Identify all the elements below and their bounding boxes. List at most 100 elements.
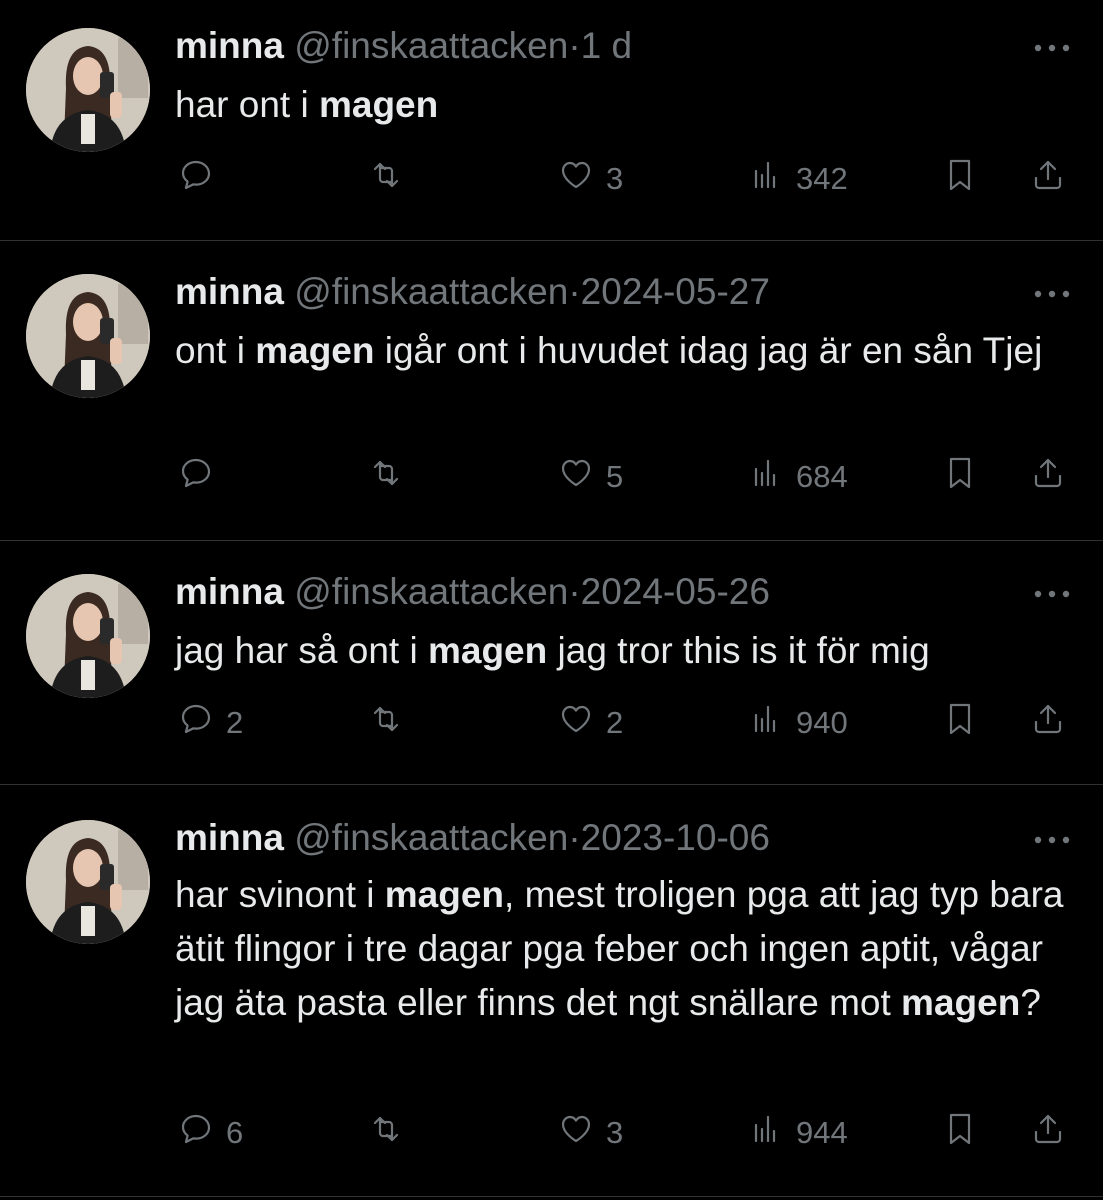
tweet-header: minna @finskaattacken·2023-10-06 — [175, 816, 770, 860]
heart-icon — [556, 155, 596, 203]
like-button[interactable]: 3 — [556, 154, 623, 204]
views-button[interactable]: 944 — [746, 1108, 848, 1158]
display-name[interactable]: minna — [175, 817, 284, 858]
tweet-feed: minna @finskaattacken·1 d har ont i mage… — [0, 0, 1103, 1200]
divider — [0, 784, 1103, 785]
views-icon — [746, 453, 786, 501]
action-bar: 3 342 — [0, 154, 1103, 204]
user-handle[interactable]: @finskaattacken — [294, 817, 568, 858]
bookmark-button[interactable] — [940, 452, 980, 502]
text-segment: ? — [1020, 982, 1041, 1023]
display-name[interactable]: minna — [175, 571, 284, 612]
views-count: 342 — [796, 161, 848, 196]
display-name[interactable]: minna — [175, 271, 284, 312]
bookmark-icon — [940, 1109, 980, 1157]
retweet-button[interactable] — [366, 154, 416, 204]
text-segment: har ont i — [175, 84, 319, 125]
bookmark-icon — [940, 453, 980, 501]
bookmark-button[interactable] — [940, 698, 980, 748]
timestamp[interactable]: 1 d — [581, 25, 632, 66]
avatar[interactable] — [26, 820, 150, 944]
like-button[interactable]: 2 — [556, 698, 623, 748]
views-count: 940 — [796, 705, 848, 740]
heart-icon — [556, 453, 596, 501]
share-icon — [1028, 155, 1068, 203]
user-handle[interactable]: @finskaattacken — [294, 271, 568, 312]
reply-button[interactable]: 6 — [176, 1108, 243, 1158]
bookmark-icon — [940, 155, 980, 203]
bold-keyword: magen — [427, 630, 548, 671]
bold-keyword: magen — [901, 982, 1021, 1023]
bookmark-button[interactable] — [940, 1108, 980, 1158]
views-button[interactable]: 684 — [746, 452, 848, 502]
bookmark-icon — [940, 699, 980, 747]
share-button[interactable] — [1028, 698, 1068, 748]
reply-icon — [176, 699, 216, 747]
avatar[interactable] — [26, 574, 150, 698]
heart-icon — [556, 1109, 596, 1157]
views-count: 944 — [796, 1115, 848, 1150]
action-bar: 2 2 940 — [0, 698, 1103, 748]
display-name[interactable]: minna — [175, 25, 284, 66]
tweet-text: ont i magen igår ont i huvudet idag jag … — [175, 324, 1080, 378]
share-icon — [1028, 453, 1068, 501]
action-bar: 6 3 944 — [0, 1108, 1103, 1158]
retweet-icon — [366, 1109, 406, 1157]
divider — [0, 240, 1103, 241]
retweet-button[interactable] — [366, 452, 416, 502]
more-icon[interactable] — [1030, 284, 1074, 304]
more-icon[interactable] — [1030, 38, 1074, 58]
timestamp[interactable]: 2024-05-26 — [581, 571, 770, 612]
user-handle[interactable]: @finskaattacken — [294, 25, 568, 66]
reply-icon — [176, 1109, 216, 1157]
like-button[interactable]: 5 — [556, 452, 623, 502]
replies-count: 2 — [226, 705, 244, 740]
views-icon — [746, 699, 786, 747]
share-button[interactable] — [1028, 452, 1068, 502]
likes-count: 3 — [606, 1115, 624, 1150]
reply-button[interactable] — [176, 452, 226, 502]
separator-dot: · — [568, 25, 581, 66]
avatar[interactable] — [26, 274, 150, 398]
retweet-button[interactable] — [366, 1108, 416, 1158]
share-button[interactable] — [1028, 154, 1068, 204]
more-icon[interactable] — [1030, 830, 1074, 850]
likes-count: 5 — [606, 459, 624, 494]
action-bar: 5 684 — [0, 452, 1103, 502]
timestamp[interactable]: 2024-05-27 — [581, 271, 770, 312]
views-count: 684 — [796, 459, 848, 494]
views-icon — [746, 155, 786, 203]
bold-keyword: magen — [255, 330, 375, 371]
share-icon — [1028, 1109, 1068, 1157]
views-button[interactable]: 940 — [746, 698, 848, 748]
text-segment: jag har så ont i — [175, 630, 428, 671]
avatar[interactable] — [26, 28, 150, 152]
bookmark-button[interactable] — [940, 154, 980, 204]
user-handle[interactable]: @finskaattacken — [294, 571, 568, 612]
tweet-text: jag har så ont i magen jag tror this is … — [175, 624, 1080, 678]
likes-count: 2 — [606, 705, 624, 740]
views-icon — [746, 1109, 786, 1157]
tweet-header: minna @finskaattacken·2024-05-26 — [175, 570, 770, 614]
retweet-icon — [366, 699, 406, 747]
views-button[interactable]: 342 — [746, 154, 848, 204]
separator-dot: · — [568, 817, 581, 858]
tweet-text: har ont i magen — [175, 78, 1080, 132]
timestamp[interactable]: 2023-10-06 — [581, 817, 770, 858]
tweet-header: minna @finskaattacken·2024-05-27 — [175, 270, 770, 314]
heart-icon — [556, 699, 596, 747]
retweet-button[interactable] — [366, 698, 416, 748]
reply-button[interactable] — [176, 154, 226, 204]
share-button[interactable] — [1028, 1108, 1068, 1158]
retweet-icon — [366, 155, 406, 203]
tweet-header: minna @finskaattacken·1 d — [175, 24, 632, 68]
text-segment: jag tror this is it för mig — [547, 630, 930, 671]
tweet-text: har svinont i magen, mest troligen pga a… — [175, 868, 1080, 1030]
reply-button[interactable]: 2 — [176, 698, 243, 748]
bold-keyword: magen — [384, 874, 505, 915]
more-icon[interactable] — [1030, 584, 1074, 604]
retweet-icon — [366, 453, 406, 501]
replies-count: 6 — [226, 1115, 244, 1150]
like-button[interactable]: 3 — [556, 1108, 623, 1158]
separator-dot: · — [568, 271, 581, 312]
